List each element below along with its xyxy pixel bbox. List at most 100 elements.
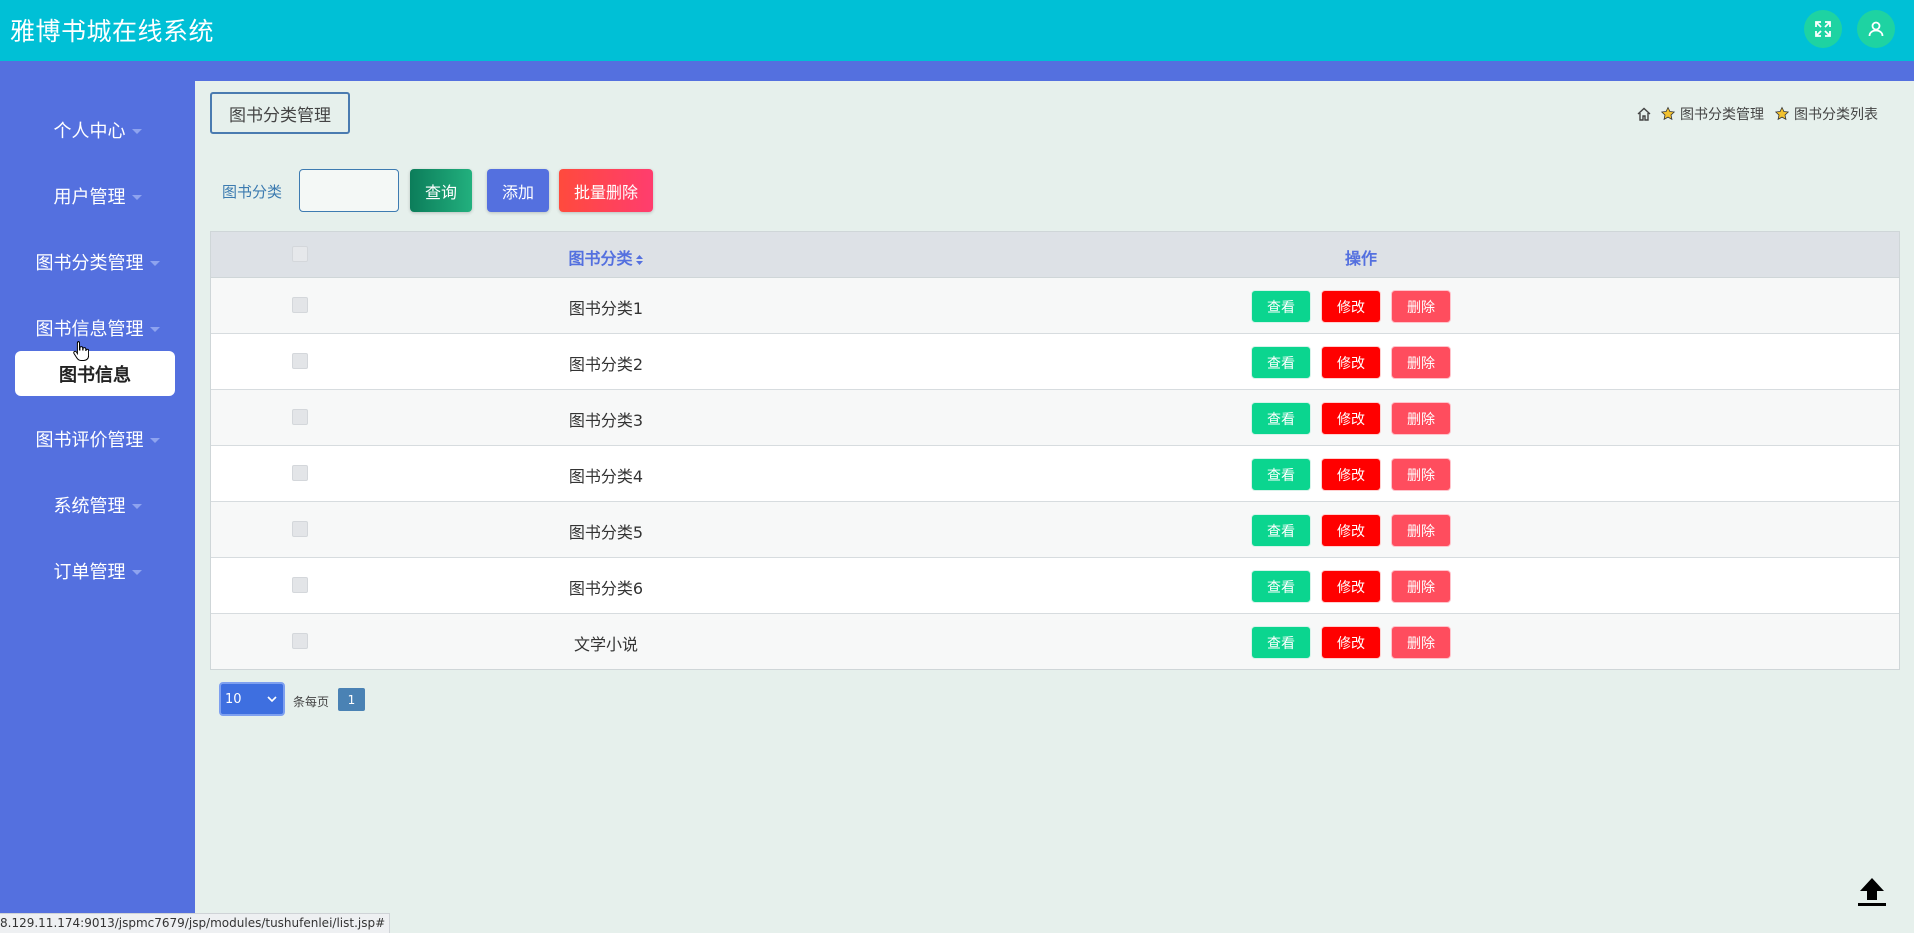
sidebar-item-label: 订单管理	[53, 562, 126, 583]
edit-button[interactable]: 修改	[1321, 514, 1381, 547]
per-page-label: 条每页	[293, 695, 330, 709]
table-row: 图书分类3 查看 修改 删除	[211, 390, 1899, 446]
category-name-cell: 图书分类3	[568, 411, 644, 430]
delete-button[interactable]: 删除	[1391, 290, 1451, 323]
category-name-cell: 图书分类6	[568, 579, 644, 598]
breadcrumb-item[interactable]: 图书分类管理	[1680, 104, 1764, 124]
top-header: 雅博书城在线系统	[0, 0, 1914, 61]
back-to-top-icon[interactable]	[1854, 873, 1890, 909]
table-body: 图书分类1 查看 修改 删除 图书分类2 查看 修改 删除 图书分类3 查看 修改 删除 图书分类4 查看…	[211, 278, 1899, 669]
category-name-cell: 图书分类1	[568, 299, 644, 318]
delete-button[interactable]: 删除	[1391, 514, 1451, 547]
sidebar-item-label: 图书信息管理	[35, 319, 144, 340]
add-button[interactable]: 添加	[487, 169, 549, 212]
edit-button[interactable]: 修改	[1321, 402, 1381, 435]
sidebar-item-label: 系统管理	[53, 496, 126, 517]
view-button[interactable]: 查看	[1251, 346, 1311, 379]
sidebar-item-label: 图书分类管理	[35, 253, 144, 274]
category-name-cell: 文学小说	[573, 635, 638, 654]
search-label: 图书分类	[222, 183, 283, 201]
caret-down-icon	[131, 504, 142, 509]
breadcrumb: 图书分类管理 图书分类列表	[1632, 104, 1884, 124]
sidebar-item-book-review-management[interactable]: 图书评价管理	[0, 419, 195, 459]
delete-button[interactable]: 删除	[1391, 346, 1451, 379]
user-button[interactable]	[1857, 10, 1895, 48]
view-button[interactable]: 查看	[1251, 626, 1311, 659]
sidebar-subitem-book-info[interactable]: 图书信息	[15, 351, 175, 396]
column-header-actions: 操作	[1344, 249, 1377, 268]
table-row: 图书分类6 查看 修改 删除	[211, 558, 1899, 614]
header-strip	[0, 61, 1914, 81]
category-name-cell: 图书分类5	[568, 523, 644, 542]
sidebar-item-label: 图书评价管理	[35, 430, 144, 451]
delete-button[interactable]: 删除	[1391, 402, 1451, 435]
sidebar-item-label: 个人中心	[53, 121, 126, 142]
batch-delete-button[interactable]: 批量删除	[559, 169, 653, 212]
table-header: 图书分类 操作	[211, 232, 1899, 278]
star-icon	[1660, 106, 1676, 121]
star-icon	[1774, 106, 1790, 121]
select-all-checkbox[interactable]	[292, 246, 308, 262]
caret-down-icon	[131, 195, 142, 200]
sidebar-item-book-category-management[interactable]: 图书分类管理	[0, 242, 195, 282]
category-name-cell: 图书分类4	[568, 467, 644, 486]
table-row: 图书分类1 查看 修改 删除	[211, 278, 1899, 334]
view-button[interactable]: 查看	[1251, 514, 1311, 547]
hand-cursor-icon	[73, 341, 89, 361]
row-checkbox[interactable]	[292, 465, 308, 481]
sidebar-item-personal-center[interactable]: 个人中心	[0, 110, 195, 150]
caret-down-icon	[131, 570, 142, 575]
section-title: 图书分类管理	[210, 92, 350, 134]
sort-icon	[635, 254, 643, 265]
category-search-input[interactable]	[299, 169, 399, 212]
table-row: 图书分类4 查看 修改 删除	[211, 446, 1899, 502]
view-button[interactable]: 查看	[1251, 402, 1311, 435]
row-checkbox[interactable]	[292, 633, 308, 649]
view-button[interactable]: 查看	[1251, 290, 1311, 323]
delete-button[interactable]: 删除	[1391, 458, 1451, 491]
sidebar-item-label: 用户管理	[53, 187, 126, 208]
row-checkbox[interactable]	[292, 409, 308, 425]
caret-down-icon	[149, 327, 160, 332]
submenu-label: 图书信息	[59, 364, 131, 386]
row-checkbox[interactable]	[292, 577, 308, 593]
app-title: 雅博书城在线系统	[10, 17, 215, 46]
breadcrumb-item: 图书分类列表	[1794, 107, 1878, 123]
edit-button[interactable]: 修改	[1321, 570, 1381, 603]
table-row: 图书分类2 查看 修改 删除	[211, 334, 1899, 390]
chevron-down-icon	[267, 696, 277, 703]
row-checkbox[interactable]	[292, 521, 308, 537]
table-row: 图书分类5 查看 修改 删除	[211, 502, 1899, 558]
edit-button[interactable]: 修改	[1321, 458, 1381, 491]
category-name-cell: 图书分类2	[568, 355, 644, 374]
home-icon[interactable]	[1636, 106, 1652, 122]
sidebar-item-system-management[interactable]: 系统管理	[0, 485, 195, 525]
sidebar: 个人中心 用户管理 图书分类管理 图书信息管理 图书信息 图书评价管理 系统管理…	[0, 81, 195, 932]
table-row: 文学小说 查看 修改 删除	[211, 614, 1899, 669]
edit-button[interactable]: 修改	[1321, 626, 1381, 659]
category-table: 图书分类 操作 图书分类1 查看 修改 删除 图书分类2 查看 修改 删除 图书分类3 查看 修改删…	[210, 231, 1900, 670]
page-number-button[interactable]: 1	[338, 688, 365, 711]
caret-down-icon	[131, 129, 142, 134]
expand-icon	[1815, 21, 1831, 37]
delete-button[interactable]: 删除	[1391, 570, 1451, 603]
caret-down-icon	[149, 438, 160, 443]
row-checkbox[interactable]	[292, 297, 308, 313]
sidebar-item-book-info-management[interactable]: 图书信息管理	[0, 308, 195, 348]
fullscreen-button[interactable]	[1804, 10, 1842, 48]
delete-button[interactable]: 删除	[1391, 626, 1451, 659]
sidebar-item-order-management[interactable]: 订单管理	[0, 551, 195, 591]
edit-button[interactable]: 修改	[1321, 346, 1381, 379]
page-size-value: 10	[225, 691, 242, 707]
query-button[interactable]: 查询	[410, 169, 472, 212]
status-bar-url: 8.129.11.174:9013/jspmc7679/jsp/modules/…	[0, 913, 391, 933]
row-checkbox[interactable]	[292, 353, 308, 369]
column-header-label: 图书分类	[568, 249, 633, 268]
edit-button[interactable]: 修改	[1321, 290, 1381, 323]
sidebar-item-user-management[interactable]: 用户管理	[0, 176, 195, 216]
view-button[interactable]: 查看	[1251, 458, 1311, 491]
column-header-category[interactable]: 图书分类	[481, 245, 731, 269]
page-size-select[interactable]: 10	[219, 682, 285, 716]
view-button[interactable]: 查看	[1251, 570, 1311, 603]
user-icon	[1868, 21, 1884, 37]
